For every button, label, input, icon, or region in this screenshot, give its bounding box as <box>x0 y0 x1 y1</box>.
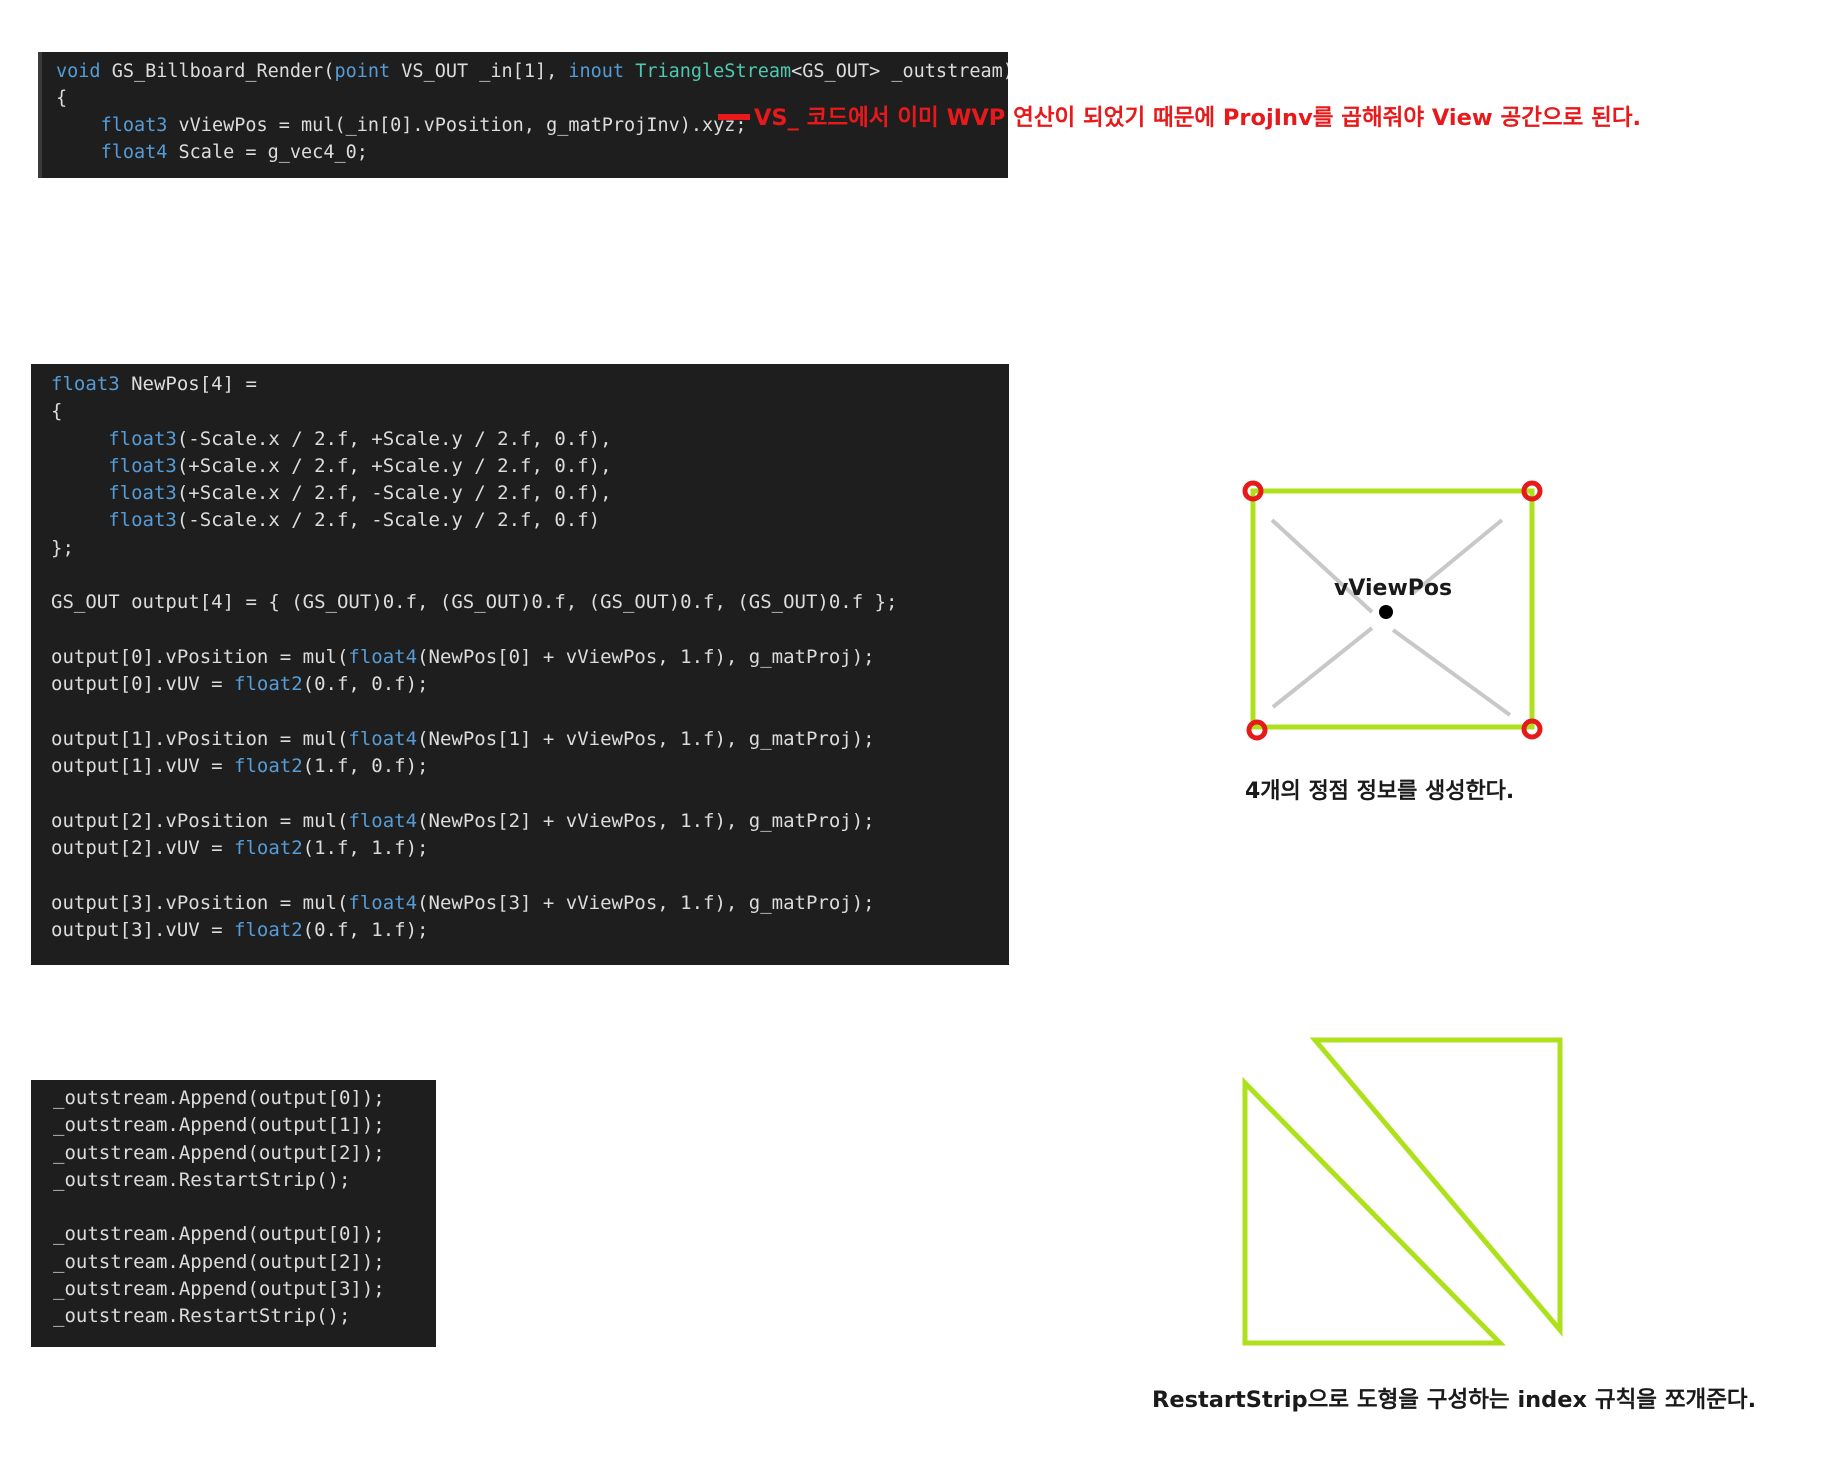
triangles-diagram <box>1242 1037 1563 1346</box>
center-point <box>1379 605 1393 619</box>
strip-caption: RestartStrip으로 도형을 구성하는 index 규칙을 쪼개준다. <box>1152 1387 1757 1413</box>
triangle-right <box>1309 1037 1563 1337</box>
diagram-layer <box>1242 480 1563 1346</box>
vviewpos-label: vViewPos <box>1334 576 1453 601</box>
diagonal-line-2 <box>1391 628 1512 717</box>
quad-caption: 4개의 정점 정보를 생성한다. <box>1245 779 1515 804</box>
vertex-marker-bottom-left <box>1246 719 1268 741</box>
diagonal-line-4 <box>1271 626 1374 709</box>
quad-diagram <box>1242 480 1543 741</box>
